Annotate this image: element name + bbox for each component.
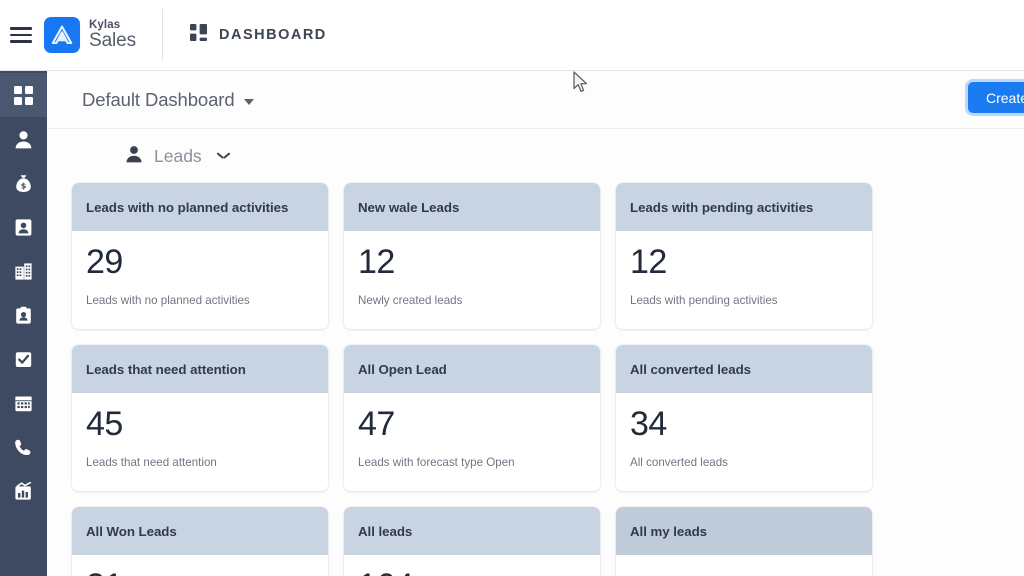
- dashboard-card[interactable]: New wale Leads 12 Newly created leads: [344, 183, 600, 329]
- card-header: All Won Leads: [72, 507, 328, 555]
- card-body: 45 Leads that need attention: [72, 393, 328, 491]
- dashboard-card[interactable]: All leads 164 All leads accessible: [344, 507, 600, 576]
- person-icon: [125, 145, 143, 168]
- card-body: 34 All converted leads: [616, 393, 872, 491]
- top-header-bar: Kylas Sales DASHBOARD: [0, 0, 1024, 71]
- sidebar-item-dashboard[interactable]: [0, 73, 47, 117]
- card-title: All converted leads: [630, 361, 751, 377]
- contact-card-icon: [14, 218, 33, 237]
- card-subtitle: Leads with no planned activities: [86, 293, 250, 307]
- card-value: 45: [86, 405, 123, 443]
- card-body: [616, 555, 872, 576]
- dashboard-card[interactable]: All Won Leads 21 Leads with forecast typ…: [72, 507, 328, 576]
- bar-chart-icon: [14, 481, 33, 501]
- card-body: 12 Newly created leads: [344, 231, 600, 329]
- viewport-top-edge: [0, 0, 1024, 3]
- card-body: 164 All leads accessible: [344, 555, 600, 576]
- dashboard-card[interactable]: All converted leads 34 All converted lea…: [616, 345, 872, 491]
- card-title: Leads with pending activities: [630, 199, 814, 215]
- main-content: Default Dashboard Create Leads Leads wit…: [47, 71, 1024, 576]
- dashboard-grid-icon: [14, 85, 33, 105]
- hamburger-line: [10, 33, 32, 37]
- sidebar-item-reports[interactable]: [0, 469, 47, 513]
- card-body: 21 Leads with forecast type Won: [72, 555, 328, 576]
- card-header: All Open Lead: [344, 345, 600, 393]
- card-header: Leads that need attention: [72, 345, 328, 393]
- card-header: Leads with pending activities: [616, 183, 872, 231]
- sidebar-item-quotes[interactable]: [0, 293, 47, 337]
- card-value: 12: [630, 243, 667, 281]
- kylas-logo-icon: [44, 17, 80, 53]
- card-value: 21: [86, 568, 314, 576]
- chevron-down-icon[interactable]: [217, 152, 230, 160]
- hamburger-line: [10, 27, 32, 30]
- card-body: 12 Leads with pending activities: [616, 231, 872, 329]
- brand-logo[interactable]: Kylas Sales: [44, 17, 136, 53]
- dashboard-card[interactable]: All Open Lead 47 Leads with forecast typ…: [344, 345, 600, 491]
- card-title: All Open Lead: [358, 361, 447, 377]
- dashboard-header: Default Dashboard Create: [47, 71, 1024, 129]
- card-title: All Won Leads: [86, 523, 177, 539]
- calendar-icon: [14, 394, 33, 413]
- person-icon: [14, 130, 33, 149]
- card-title: Leads that need attention: [86, 361, 246, 377]
- dashboard-card[interactable]: Leads with no planned activities 29 Lead…: [72, 183, 328, 329]
- chevron-down-icon[interactable]: [243, 98, 254, 105]
- card-subtitle: Leads that need attention: [86, 455, 217, 469]
- sidebar-item-tasks[interactable]: [0, 337, 47, 381]
- card-subtitle: All converted leads: [630, 455, 728, 469]
- card-subtitle: Leads with forecast type Open: [358, 455, 515, 469]
- card-header: Leads with no planned activities: [72, 183, 328, 231]
- card-subtitle: Newly created leads: [358, 293, 463, 307]
- dashboard-card[interactable]: All my leads: [616, 507, 872, 576]
- dashboard-grid-icon: [190, 24, 208, 46]
- brand-line-2: Sales: [89, 30, 137, 52]
- building-icon: [14, 262, 33, 281]
- card-value: 12: [358, 243, 395, 281]
- card-header: New wale Leads: [344, 183, 600, 231]
- brand-text: Kylas Sales: [89, 19, 136, 51]
- sidebar-item-calendar[interactable]: [0, 381, 47, 425]
- app-root: Kylas Sales DASHBOARD $ Default Dashboar…: [0, 0, 1024, 576]
- card-subtitle: Leads with pending activities: [630, 293, 778, 307]
- nav-dashboard[interactable]: DASHBOARD: [190, 24, 327, 46]
- header-divider: [162, 9, 164, 61]
- card-body: 47 Leads with forecast type Open: [344, 393, 600, 491]
- page-title: Default Dashboard: [82, 88, 235, 110]
- sidebar-item-contacts[interactable]: [0, 205, 47, 249]
- card-header: All leads: [344, 507, 600, 555]
- card-value: 34: [630, 405, 667, 443]
- sidebar-item-deals[interactable]: $: [0, 161, 47, 205]
- hamburger-menu-icon[interactable]: [10, 27, 32, 43]
- nav-dashboard-label: DASHBOARD: [219, 27, 327, 43]
- dashboard-card[interactable]: Leads that need attention 45 Leads that …: [72, 345, 328, 491]
- dashboard-card[interactable]: Leads with pending activities 12 Leads w…: [616, 183, 872, 329]
- entity-selector[interactable]: Leads: [47, 129, 1024, 183]
- sidebar-item-calls[interactable]: [0, 425, 47, 469]
- checkbox-icon: [14, 350, 33, 369]
- card-value: 164: [358, 568, 586, 576]
- entity-label: Leads: [154, 145, 202, 166]
- money-bag-icon: $: [14, 174, 33, 193]
- card-value: 29: [86, 243, 123, 281]
- sidebar-item-leads[interactable]: [0, 117, 47, 161]
- card-title: Leads with no planned activities: [86, 199, 289, 215]
- card-body: 29 Leads with no planned activities: [72, 231, 328, 329]
- clipboard-icon: [14, 306, 33, 325]
- hamburger-line: [10, 40, 32, 43]
- phone-icon: [14, 438, 33, 457]
- svg-text:$: $: [21, 181, 27, 190]
- card-header: All converted leads: [616, 345, 872, 393]
- sidebar-item-companies[interactable]: [0, 249, 47, 293]
- card-header: All my leads: [616, 507, 872, 555]
- card-value: 47: [358, 405, 395, 443]
- left-sidebar: $: [0, 71, 47, 576]
- dashboard-card-grid: Leads with no planned activities 29 Lead…: [47, 183, 1024, 576]
- card-title: All leads: [358, 523, 413, 539]
- card-title: New wale Leads: [358, 199, 460, 215]
- card-title: All my leads: [630, 523, 707, 539]
- create-button[interactable]: Create: [967, 82, 1024, 113]
